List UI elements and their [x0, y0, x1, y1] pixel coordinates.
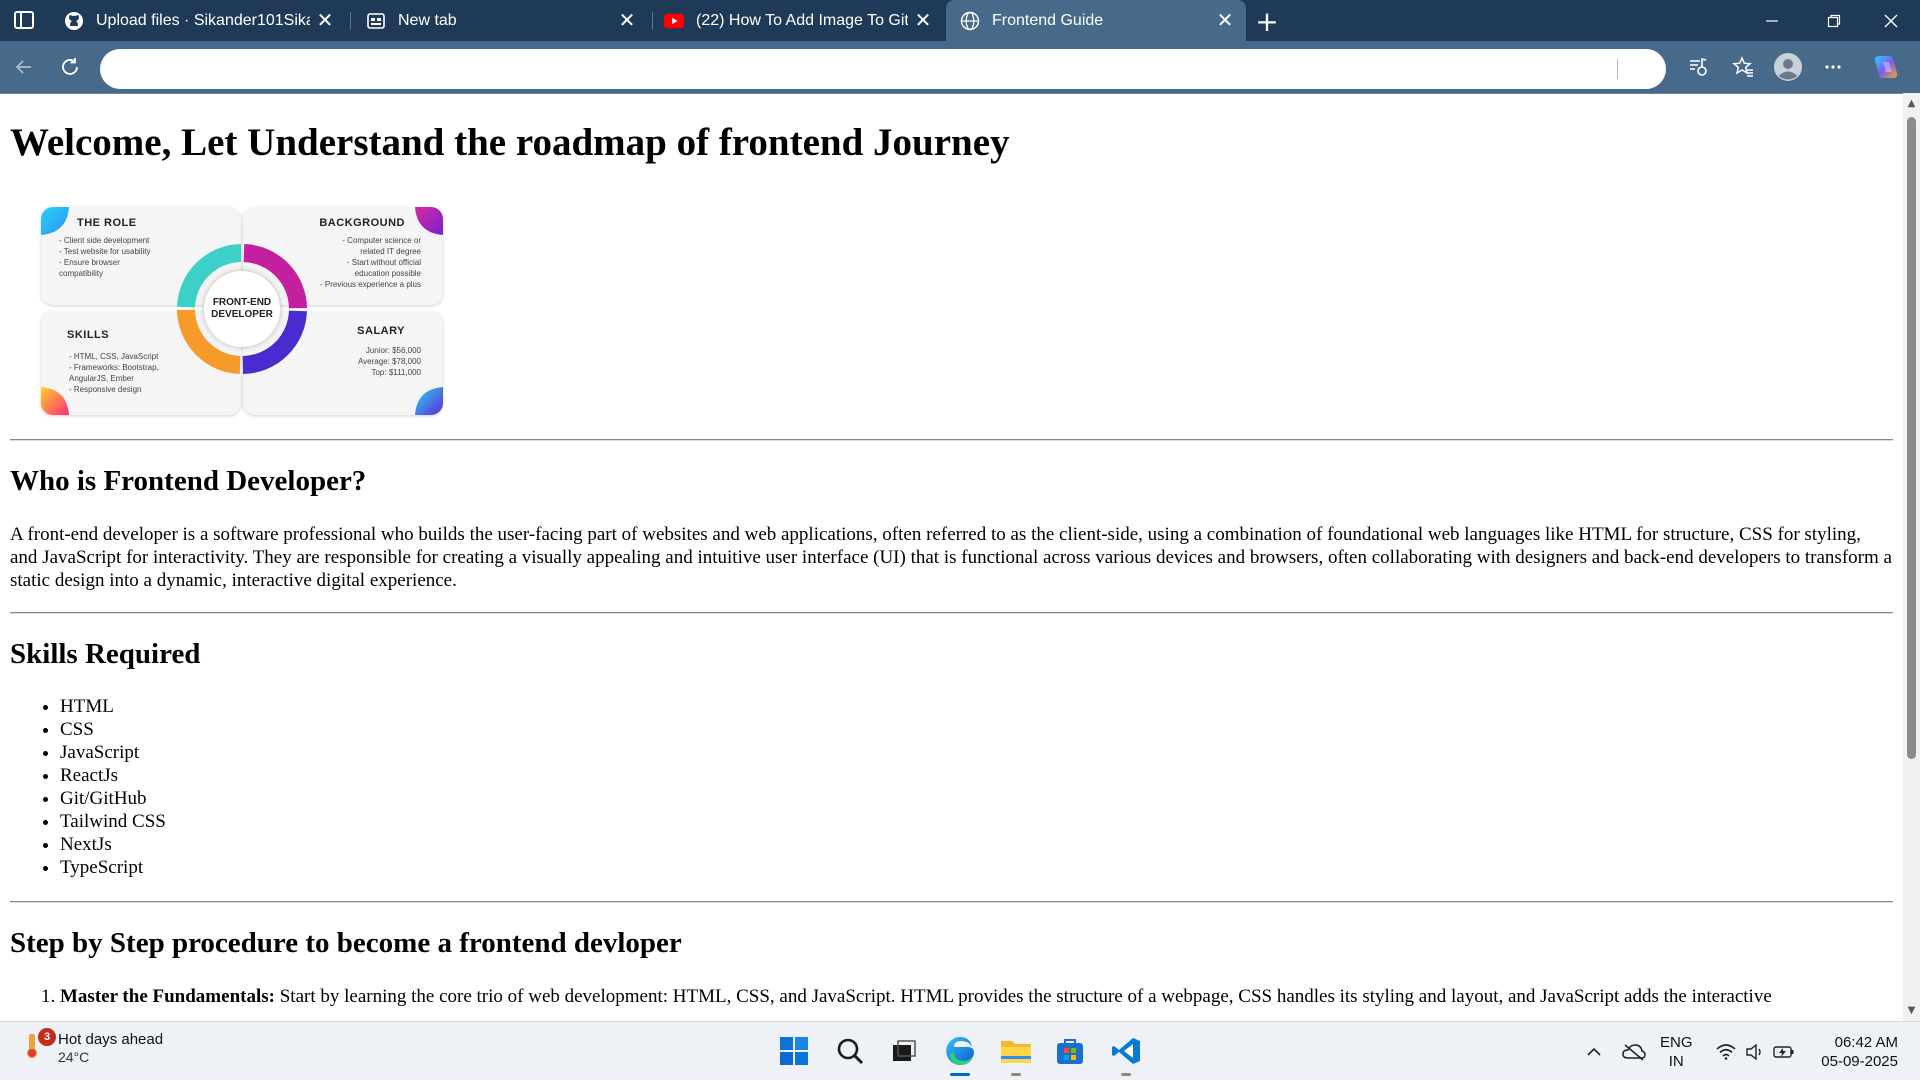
new-tab-button[interactable]: +	[1250, 4, 1284, 38]
search-icon[interactable]	[830, 1031, 870, 1071]
list-item: NextJs	[60, 833, 1893, 856]
tab-title: Upload files · Sikander101Sikander	[96, 11, 310, 29]
browser-toolbar	[0, 41, 1920, 93]
weather-text: Hot days ahead	[58, 1031, 164, 1048]
role-details: - Client side development - Test website…	[59, 235, 151, 278]
tab-upload-files[interactable]: Upload files · Sikander101Sikander ✕	[50, 0, 346, 41]
thermometer-icon: 3	[24, 1028, 56, 1058]
list-item: ReactJs	[60, 764, 1893, 787]
show-hidden-icons-chevron-icon[interactable]	[1580, 1022, 1608, 1081]
list-item: Git/GitHub	[60, 787, 1893, 810]
edge-icon[interactable]	[940, 1031, 980, 1076]
globe-icon	[960, 11, 980, 31]
divider	[10, 901, 1893, 904]
start-icon[interactable]	[774, 1031, 814, 1071]
weather-temp: 24°C	[58, 1049, 90, 1065]
tab-title: Frontend Guide	[992, 11, 1104, 29]
new-tab-page-icon	[366, 11, 386, 31]
scroll-down-arrow-icon[interactable]: ▼	[1903, 1002, 1920, 1019]
divider	[10, 438, 1893, 441]
weather-widget[interactable]: 3 Hot days ahead 24°C	[24, 1028, 164, 1065]
infographic-center-label: FRONT-END DEVELOPER	[204, 270, 280, 347]
task-view-icon[interactable]	[884, 1031, 924, 1071]
skills-details: - HTML, CSS, JavaScript - Frameworks: Bo…	[69, 351, 159, 394]
who-heading: Who is Frontend Developer?	[10, 464, 367, 497]
favorites-icon[interactable]	[1725, 49, 1761, 85]
skills-heading: Skills Required	[10, 638, 201, 671]
steps-list: Master the Fundamentals: Start by learni…	[10, 985, 1893, 1008]
list-item: Master the Fundamentals: Start by learni…	[60, 985, 1893, 1008]
more-options-icon[interactable]	[1815, 49, 1851, 85]
divider	[10, 612, 1893, 615]
list-item: TypeScript	[60, 856, 1893, 879]
profile-avatar-icon[interactable]	[1770, 49, 1806, 85]
scrollbar-thumb[interactable]	[1907, 117, 1916, 759]
steps-heading: Step by Step procedure to become a front…	[10, 927, 682, 960]
skills-list: HTML CSS JavaScript ReactJs Git/GitHub T…	[10, 695, 1893, 879]
github-icon	[64, 11, 84, 31]
background-title: BACKGROUND	[319, 216, 405, 229]
close-tab-icon[interactable]: ✕	[612, 6, 642, 36]
role-title: THE ROLE	[77, 216, 137, 229]
tab-title: New tab	[398, 11, 457, 29]
frontend-developer-infographic: THE ROLE - Client side development - Tes…	[30, 206, 450, 417]
page-viewport: Welcome, Let Understand the roadmap of f…	[0, 93, 1903, 1021]
list-item: Tailwind CSS	[60, 810, 1893, 833]
copilot-icon[interactable]	[1868, 49, 1904, 85]
file-explorer-icon[interactable]	[996, 1031, 1036, 1076]
salary-details: Junior: $56,000 Average: $78,000 Top: $1…	[357, 345, 421, 377]
back-button[interactable]	[6, 49, 42, 85]
close-window-button[interactable]	[1862, 0, 1919, 41]
list-item: HTML	[60, 695, 1893, 718]
skills-title: SKILLS	[67, 328, 110, 341]
tab-frontend-guide[interactable]: Frontend Guide ✕	[946, 0, 1246, 41]
sidebar-toggle-icon[interactable]	[14, 11, 34, 29]
onedrive-paused-icon[interactable]	[1618, 1022, 1650, 1081]
store-icon[interactable]	[1050, 1031, 1090, 1071]
close-tab-icon[interactable]: ✕	[310, 6, 340, 36]
close-tab-icon[interactable]: ✕	[908, 6, 938, 36]
scroll-up-arrow-icon[interactable]: ▲	[1903, 95, 1920, 112]
address-input[interactable]	[120, 49, 1624, 91]
volume-icon[interactable]	[1742, 1022, 1768, 1081]
who-paragraph: A front-end developer is a software prof…	[10, 524, 1892, 592]
list-item: CSS	[60, 718, 1893, 741]
page-title: Welcome, Let Understand the roadmap of f…	[10, 121, 1010, 164]
browser-tab-strip: Upload files · Sikander101Sikander ✕ New…	[0, 0, 1920, 41]
salary-title: SALARY	[357, 324, 405, 337]
battery-charging-icon[interactable]	[1770, 1022, 1798, 1081]
close-tab-icon[interactable]: ✕	[1210, 6, 1240, 36]
tab-title: (22) How To Add Image To GitHub	[696, 11, 908, 29]
language-indicator[interactable]: ENG IN	[1660, 1033, 1693, 1071]
restore-button[interactable]	[1805, 0, 1862, 41]
step-text: Start by learning the core trio of web d…	[274, 985, 1772, 1007]
system-clock[interactable]: 06:42 AM 05-09-2025	[1808, 1033, 1898, 1071]
read-aloud-icon[interactable]	[1680, 49, 1716, 85]
vertical-scrollbar[interactable]: ▲ ▼	[1903, 93, 1920, 1021]
vscode-icon[interactable]	[1106, 1031, 1146, 1076]
tab-youtube-video[interactable]: (22) How To Add Image To GitHub ✕	[650, 0, 944, 41]
address-bar[interactable]	[100, 49, 1666, 91]
step-title: Master the Fundamentals:	[60, 985, 275, 1007]
refresh-button[interactable]	[52, 49, 88, 85]
minimize-button[interactable]	[1743, 0, 1800, 41]
wifi-icon[interactable]	[1712, 1022, 1740, 1081]
windows-taskbar: 3 Hot days ahead 24°C ENG IN 06:42 AM 05…	[0, 1021, 1920, 1080]
tab-new-tab[interactable]: New tab ✕	[352, 0, 648, 41]
list-item: JavaScript	[60, 741, 1893, 764]
weather-badge: 3	[38, 1028, 56, 1046]
youtube-icon	[664, 11, 684, 31]
background-details: - Computer science or related IT degree …	[320, 235, 421, 289]
